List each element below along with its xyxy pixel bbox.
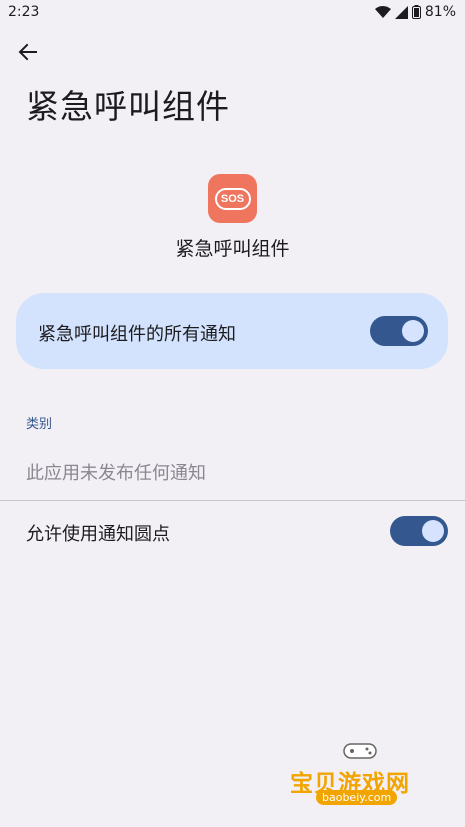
back-button[interactable] bbox=[10, 38, 46, 70]
notification-dots-toggle-row[interactable]: 允许使用通知圆点 bbox=[0, 501, 465, 561]
gamepad-icon bbox=[340, 740, 380, 766]
switch-thumb bbox=[402, 320, 424, 342]
categories-header: 类别 bbox=[26, 417, 53, 432]
battery-level: 81% bbox=[424, 4, 456, 20]
notification-dots-switch[interactable] bbox=[390, 516, 448, 546]
signal-icon bbox=[394, 5, 408, 19]
status-bar: 2:23 81% bbox=[0, 0, 465, 26]
switch-thumb bbox=[422, 520, 444, 542]
notification-dots-label: 允许使用通知圆点 bbox=[26, 524, 170, 545]
status-icons: 81% bbox=[374, 4, 456, 20]
all-notifications-switch[interactable] bbox=[370, 316, 428, 346]
wifi-icon bbox=[374, 5, 391, 19]
battery-icon bbox=[411, 5, 421, 19]
app-name: 紧急呼叫组件 bbox=[175, 238, 290, 260]
all-notifications-toggle-row[interactable]: 紧急呼叫组件的所有通知 bbox=[16, 293, 448, 369]
watermark-url: baobeiy.com bbox=[316, 790, 398, 805]
arrow-back-icon bbox=[18, 43, 38, 65]
no-notifications-text: 此应用未发布任何通知 bbox=[26, 463, 206, 484]
sos-icon: SOS bbox=[214, 187, 251, 210]
watermark-logo: 宝贝游戏网 baobeiy.com bbox=[290, 740, 440, 810]
all-notifications-label: 紧急呼叫组件的所有通知 bbox=[38, 324, 236, 345]
app-icon: SOS bbox=[208, 174, 257, 223]
page-title: 紧急呼叫组件 bbox=[26, 87, 230, 126]
status-time: 2:23 bbox=[8, 4, 40, 20]
